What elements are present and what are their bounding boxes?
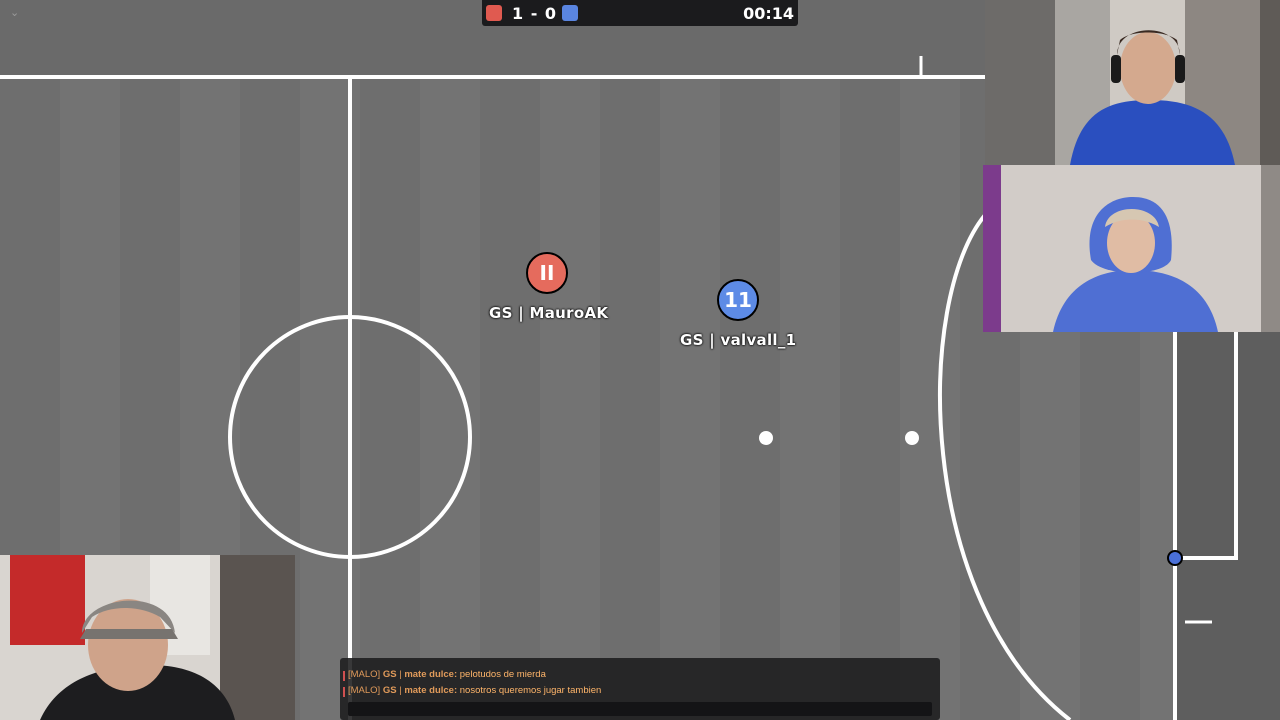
chat-clan: GS <box>382 669 397 680</box>
scoreboard: 1 - 0 00:14 <box>482 0 798 26</box>
player-red-name: GS | MauroAK <box>489 304 609 322</box>
player-red-disc: II <box>526 252 568 294</box>
webcam-middle-right <box>983 165 1280 332</box>
webcam-person-top <box>985 0 1280 165</box>
chat-text: nosotros queremos jugar tambien <box>459 685 602 696</box>
webcam-bottom-left <box>0 555 295 720</box>
webcam-person-bottom <box>0 555 295 720</box>
match-timer: 00:14 <box>743 4 794 23</box>
chat-panel: [MALO] GS | mate dulce: pelotudos de mie… <box>340 658 940 720</box>
chat-tag: [MALO] <box>348 685 381 696</box>
collapse-chevron-icon[interactable]: ⌄ <box>10 6 19 19</box>
kickoff-marker <box>905 431 919 445</box>
webcam-person-middle <box>983 165 1280 332</box>
chat-clan: GS <box>382 685 397 696</box>
goal-post-node <box>1167 550 1183 566</box>
chat-message: [MALO] GS | mate dulce: pelotudos de mie… <box>343 669 546 681</box>
chat-tag: [MALO] <box>348 669 381 680</box>
player-blue-disc: 11 <box>717 279 759 321</box>
red-team-icon <box>486 5 502 21</box>
webcam-top-right <box>985 0 1280 165</box>
score: 1 - 0 <box>512 4 558 23</box>
ball <box>759 431 773 445</box>
blue-team-icon <box>562 5 578 21</box>
goal-area <box>1175 330 1280 720</box>
chat-input[interactable] <box>348 702 932 716</box>
chat-text: pelotudos de mierda <box>459 669 546 680</box>
player-blue-name: GS | valvall_1 <box>680 331 797 349</box>
chat-user: mate dulce: <box>404 685 458 696</box>
chat-user: mate dulce: <box>404 669 458 680</box>
chat-message: [MALO] GS | mate dulce: nosotros queremo… <box>342 685 602 697</box>
